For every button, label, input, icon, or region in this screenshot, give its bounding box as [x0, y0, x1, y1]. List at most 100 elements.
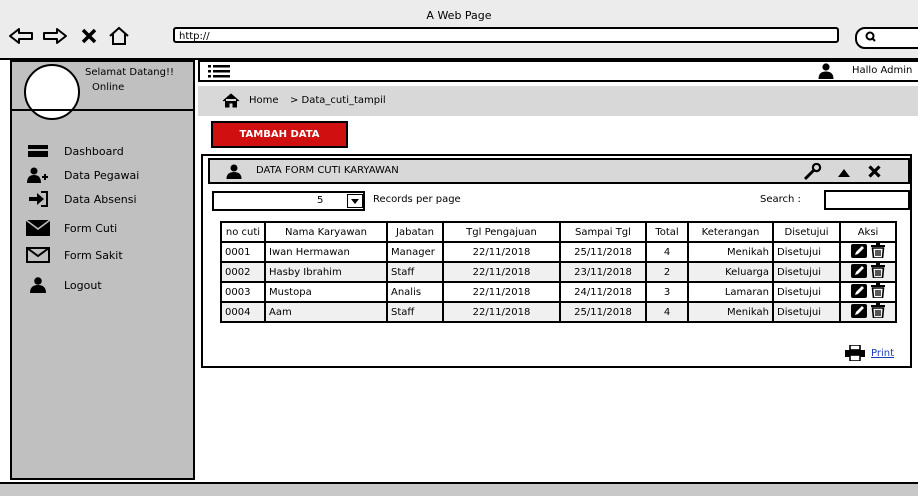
- delete-button[interactable]: [870, 284, 885, 300]
- printer-icon: [845, 345, 865, 361]
- print-button[interactable]: Print: [845, 345, 894, 361]
- cell-disetujui: Disetujui: [772, 301, 841, 323]
- delete-button[interactable]: [870, 304, 885, 320]
- top-bar: Hallo Admin: [198, 60, 918, 82]
- browser-search[interactable]: [855, 27, 918, 49]
- admin-greeting: Hallo Admin: [852, 65, 913, 76]
- breadcrumb-home[interactable]: Home: [249, 95, 279, 106]
- column-header: Tgl Pengajuan: [442, 221, 561, 243]
- keyboard-icon: [26, 144, 50, 158]
- records-per-page-select[interactable]: 5: [212, 191, 365, 211]
- wrench-icon: [803, 162, 822, 181]
- sidebar-item-label: Form Cuti: [64, 221, 118, 235]
- edit-button[interactable]: [851, 244, 868, 260]
- sign-in-icon: [26, 191, 50, 207]
- sidebar-item-logout[interactable]: Logout: [26, 275, 102, 295]
- sidebar-item-label: Data Pegawai: [64, 168, 140, 182]
- close-icon: [81, 28, 97, 44]
- user-icon: [226, 164, 242, 182]
- avatar: [24, 64, 80, 120]
- column-header: Sampai Tgl: [559, 221, 647, 243]
- cell-keterangan: Keluarga: [687, 261, 774, 283]
- cell-aksi: [839, 241, 897, 263]
- home-icon: [109, 26, 129, 45]
- delete-button[interactable]: [870, 264, 885, 280]
- sidebar-item-form-sakit[interactable]: Form Sakit: [26, 245, 123, 265]
- column-header: Aksi: [839, 221, 897, 243]
- search-input[interactable]: [824, 190, 910, 210]
- column-header: Disetujui: [772, 221, 841, 243]
- cell-aksi: [839, 261, 897, 283]
- edit-button[interactable]: [851, 264, 868, 280]
- dropdown-toggle[interactable]: [347, 194, 363, 208]
- breadcrumb: Home > Data_cuti_tampil: [198, 86, 918, 116]
- cell-disetujui: Disetujui: [772, 261, 841, 283]
- trash-icon: [870, 304, 885, 319]
- table-header-row: no cuti Nama Karyawan Jabatan Tgl Pengaj…: [220, 221, 897, 243]
- search-label: Search :: [760, 194, 801, 205]
- cell-sampai-tgl: 23/11/2018: [559, 261, 647, 283]
- cell-disetujui: Disetujui: [772, 281, 841, 303]
- hamburger-menu-button[interactable]: [208, 65, 230, 81]
- column-header: Nama Karyawan: [264, 221, 388, 243]
- panel-header: DATA FORM CUTI KARYAWAN: [208, 158, 910, 184]
- sidebar-item-data-absensi[interactable]: Data Absensi: [26, 189, 137, 209]
- add-data-button[interactable]: TAMBAH DATA: [211, 121, 348, 148]
- cell-nama: Iwan Hermawan: [264, 241, 388, 263]
- user-icon: [818, 63, 834, 82]
- cell-nama: Hasby Ibrahim: [264, 261, 388, 283]
- stop-button[interactable]: [76, 24, 102, 48]
- cell-total: 2: [645, 261, 689, 283]
- settings-button[interactable]: [803, 162, 823, 184]
- sidebar-item-form-cuti[interactable]: Form Cuti: [26, 218, 117, 238]
- window-title: A Web Page: [426, 9, 492, 22]
- cell-jabatan: Analis: [386, 281, 444, 303]
- trash-icon: [870, 244, 885, 259]
- forward-button[interactable]: [40, 24, 70, 48]
- trash-icon: [870, 264, 885, 279]
- trash-icon: [870, 284, 885, 299]
- delete-button[interactable]: [870, 244, 885, 260]
- home-button[interactable]: [106, 24, 132, 48]
- cell-tgl-pengajuan: 22/11/2018: [442, 301, 561, 323]
- sidebar-divider: [10, 109, 195, 111]
- sidebar-item-label: Logout: [64, 278, 102, 292]
- cell-total: 3: [645, 281, 689, 303]
- sidebar-item-dashboard[interactable]: Dashboard: [26, 141, 124, 161]
- leave-table: no cuti Nama Karyawan Jabatan Tgl Pengaj…: [220, 221, 897, 323]
- cell-tgl-pengajuan: 22/11/2018: [442, 261, 561, 283]
- sidebar-greeting: Selamat Datang!!: [85, 67, 174, 78]
- records-value: 5: [317, 195, 324, 206]
- edit-button[interactable]: [851, 284, 868, 300]
- url-bar[interactable]: http://: [173, 27, 839, 43]
- add-user-icon: [26, 167, 50, 183]
- close-panel-button[interactable]: [868, 165, 881, 181]
- edit-button[interactable]: [851, 304, 868, 320]
- back-arrow-icon: [9, 28, 33, 44]
- cell-tgl-pengajuan: 22/11/2018: [442, 241, 561, 263]
- table-row: 0001 Iwan Hermawan Manager 22/11/2018 25…: [220, 241, 897, 263]
- envelope-outline-icon: [26, 247, 50, 263]
- cell-jabatan: Staff: [386, 261, 444, 283]
- breadcrumb-current: > Data_cuti_tampil: [290, 95, 386, 106]
- sidebar-status: Online: [92, 82, 125, 93]
- cell-no-cuti: 0003: [220, 281, 266, 303]
- cell-disetujui: Disetujui: [772, 241, 841, 263]
- print-link[interactable]: Print: [871, 348, 894, 359]
- column-header: Jabatan: [386, 221, 444, 243]
- cell-nama: Mustopa: [264, 281, 388, 303]
- collapse-button[interactable]: [838, 167, 850, 180]
- column-header: Keterangan: [687, 221, 774, 243]
- sidebar-item-data-pegawai[interactable]: Data Pegawai: [26, 165, 139, 185]
- table-row: 0004 Aam Staff 22/11/2018 25/11/2018 4 M…: [220, 301, 897, 323]
- cell-no-cuti: 0004: [220, 301, 266, 323]
- cell-aksi: [839, 301, 897, 323]
- edit-icon: [851, 304, 868, 318]
- cell-jabatan: Manager: [386, 241, 444, 263]
- edit-icon: [851, 284, 868, 298]
- back-button[interactable]: [6, 24, 36, 48]
- sidebar-item-label: Data Absensi: [64, 192, 137, 206]
- cell-tgl-pengajuan: 22/11/2018: [442, 281, 561, 303]
- home-icon: [222, 93, 240, 111]
- chevron-up-icon: [838, 169, 850, 177]
